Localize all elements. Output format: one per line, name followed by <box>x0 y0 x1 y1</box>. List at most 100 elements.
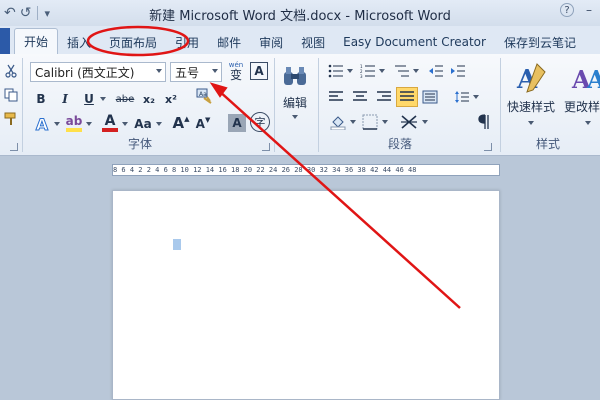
bold-button[interactable]: B <box>32 90 50 108</box>
phonetic-char: 变 <box>229 67 242 82</box>
group-separator <box>500 58 501 152</box>
text-effects-dropdown-icon[interactable] <box>54 122 60 126</box>
font-color-icon[interactable]: A <box>100 112 120 134</box>
underline-button[interactable]: U <box>80 90 98 108</box>
shading-dropdown-icon[interactable] <box>350 120 356 124</box>
borders-dropdown-icon[interactable] <box>382 120 388 124</box>
borders-icon[interactable] <box>360 112 380 132</box>
numbering-dropdown-icon[interactable] <box>379 69 385 73</box>
editing-button[interactable]: 编辑 <box>280 60 310 119</box>
font-launcher-icon[interactable] <box>262 143 270 151</box>
redo-icon[interactable]: ↺ <box>20 5 32 21</box>
help-button[interactable]: ? <box>560 3 574 17</box>
undo-icon[interactable]: ↶ <box>4 5 16 21</box>
group-separator <box>22 58 23 152</box>
ruler-ticks: 8 6 4 2 2 4 6 8 10 12 14 16 18 20 22 24 … <box>113 166 417 174</box>
multilevel-dropdown-icon[interactable] <box>413 69 419 73</box>
align-left-icon[interactable] <box>326 88 346 106</box>
tab-view[interactable]: 视图 <box>292 30 334 54</box>
change-styles-button[interactable]: AA 更改样式 <box>558 58 600 125</box>
clipboard-launcher-icon[interactable] <box>10 143 18 151</box>
shrink-font-button[interactable]: A ▼ <box>194 114 212 134</box>
increase-indent-icon[interactable] <box>448 62 468 80</box>
grow-font-button[interactable]: A ▲ <box>172 112 190 134</box>
tab-references[interactable]: 引用 <box>166 30 208 54</box>
line-spacing-dropdown-icon[interactable] <box>473 95 479 99</box>
character-border-button[interactable]: A <box>250 62 268 80</box>
quick-access-toolbar: ↶ ↺ ▾ <box>0 5 50 21</box>
font-color-dropdown-icon[interactable] <box>122 122 128 126</box>
paragraph-launcher-icon[interactable] <box>484 143 492 151</box>
group-separator <box>318 58 319 152</box>
font-name-value: Calibri (西文正文) <box>35 65 135 80</box>
text-effects-icon[interactable]: A <box>32 114 52 134</box>
group-separator <box>274 58 275 152</box>
cut-icon[interactable] <box>2 62 20 80</box>
italic-button[interactable]: I <box>56 90 74 108</box>
justify-icon[interactable] <box>396 87 418 107</box>
clear-formatting-icon[interactable]: Aa <box>194 86 214 106</box>
tab-save-to-cloud-notes[interactable]: 保存到云笔记 <box>495 30 585 54</box>
bullets-icon[interactable] <box>326 62 346 80</box>
window-controls: ? – <box>556 0 600 20</box>
multilevel-list-icon[interactable] <box>392 62 412 80</box>
decrease-indent-icon[interactable] <box>426 62 446 80</box>
distributed-icon[interactable] <box>420 88 440 106</box>
strikethrough-button[interactable]: abe <box>114 90 136 108</box>
tab-home[interactable]: 开始 <box>14 28 59 54</box>
tab-page-layout[interactable]: 页面布局 <box>100 30 166 54</box>
tab-mailings[interactable]: 邮件 <box>208 30 250 54</box>
character-border-label: A <box>254 64 264 78</box>
customize-qat-icon[interactable]: ▾ <box>44 7 50 20</box>
numbering-icon[interactable]: 123 <box>358 62 378 80</box>
font-size-combo[interactable]: 五号 <box>170 62 222 82</box>
copy-icon[interactable] <box>2 86 20 104</box>
phonetic-guide-button[interactable]: wén 变 <box>226 59 246 83</box>
window-title: 新建 Microsoft Word 文档.docx - Microsoft Wo… <box>149 9 451 24</box>
chinese-layout-icon[interactable] <box>398 112 420 132</box>
title-bar: ↶ ↺ ▾ 新建 Microsoft Word 文档.docx - Micros… <box>0 0 600 26</box>
font-size-value: 五号 <box>175 65 200 80</box>
editing-label: 编辑 <box>282 96 307 110</box>
minimize-button[interactable]: – <box>578 0 600 20</box>
subscript-button[interactable]: x₂ <box>140 90 158 108</box>
file-tab[interactable] <box>0 28 10 54</box>
bullets-dropdown-icon[interactable] <box>347 69 353 73</box>
chinese-layout-dropdown-icon[interactable] <box>422 120 428 124</box>
ribbon: Calibri (西文正文) 五号 wén 变 A B I U abe x₂ x… <box>0 54 600 156</box>
change-styles-icon: AA <box>568 58 600 98</box>
highlight-dropdown-icon[interactable] <box>86 122 92 126</box>
chevron-down-icon <box>212 69 218 73</box>
font-name-combo[interactable]: Calibri (西文正文) <box>30 62 166 82</box>
change-case-dropdown-icon[interactable] <box>156 122 162 126</box>
show-hide-marks-icon[interactable] <box>476 112 494 132</box>
font-group-label: 字体 <box>128 137 153 151</box>
format-painter-icon[interactable] <box>2 110 20 128</box>
styles-group-label: 样式 <box>536 137 561 151</box>
align-right-icon[interactable] <box>374 88 394 106</box>
change-styles-label: 更改样式 <box>563 100 600 114</box>
paragraph-group-label: 段落 <box>388 137 413 151</box>
horizontal-ruler[interactable]: 8 6 4 2 2 4 6 8 10 12 14 16 18 20 22 24 … <box>112 164 500 176</box>
line-spacing-icon[interactable] <box>452 88 472 106</box>
chevron-down-icon <box>585 121 591 125</box>
superscript-button[interactable]: x² <box>162 90 180 108</box>
character-shading-button[interactable]: A <box>228 114 246 132</box>
tab-insert[interactable]: 插入 <box>58 30 100 54</box>
quick-styles-icon: A <box>511 58 551 98</box>
underline-dropdown-icon[interactable] <box>100 97 106 101</box>
binoculars-icon <box>279 60 311 92</box>
align-center-icon[interactable] <box>350 88 370 106</box>
ruler-area: 8 6 4 2 2 4 6 8 10 12 14 16 18 20 22 24 … <box>0 156 600 182</box>
svg-text:A: A <box>586 65 600 94</box>
tab-easy-document-creator[interactable]: Easy Document Creator <box>334 30 495 54</box>
change-case-button[interactable]: Aa <box>132 114 154 134</box>
highlight-color-icon[interactable]: ab <box>64 112 84 134</box>
tab-review[interactable]: 审阅 <box>250 30 292 54</box>
document-page[interactable] <box>112 190 500 400</box>
shading-icon[interactable] <box>328 112 348 132</box>
enclose-characters-button[interactable]: 字 <box>250 112 270 132</box>
ribbon-tabs: 开始 插入 页面布局 引用 邮件 审阅 视图 Easy Document Cre… <box>0 26 600 54</box>
quick-styles-button[interactable]: A 快速样式 <box>504 58 558 125</box>
svg-text:Aa: Aa <box>199 91 207 98</box>
